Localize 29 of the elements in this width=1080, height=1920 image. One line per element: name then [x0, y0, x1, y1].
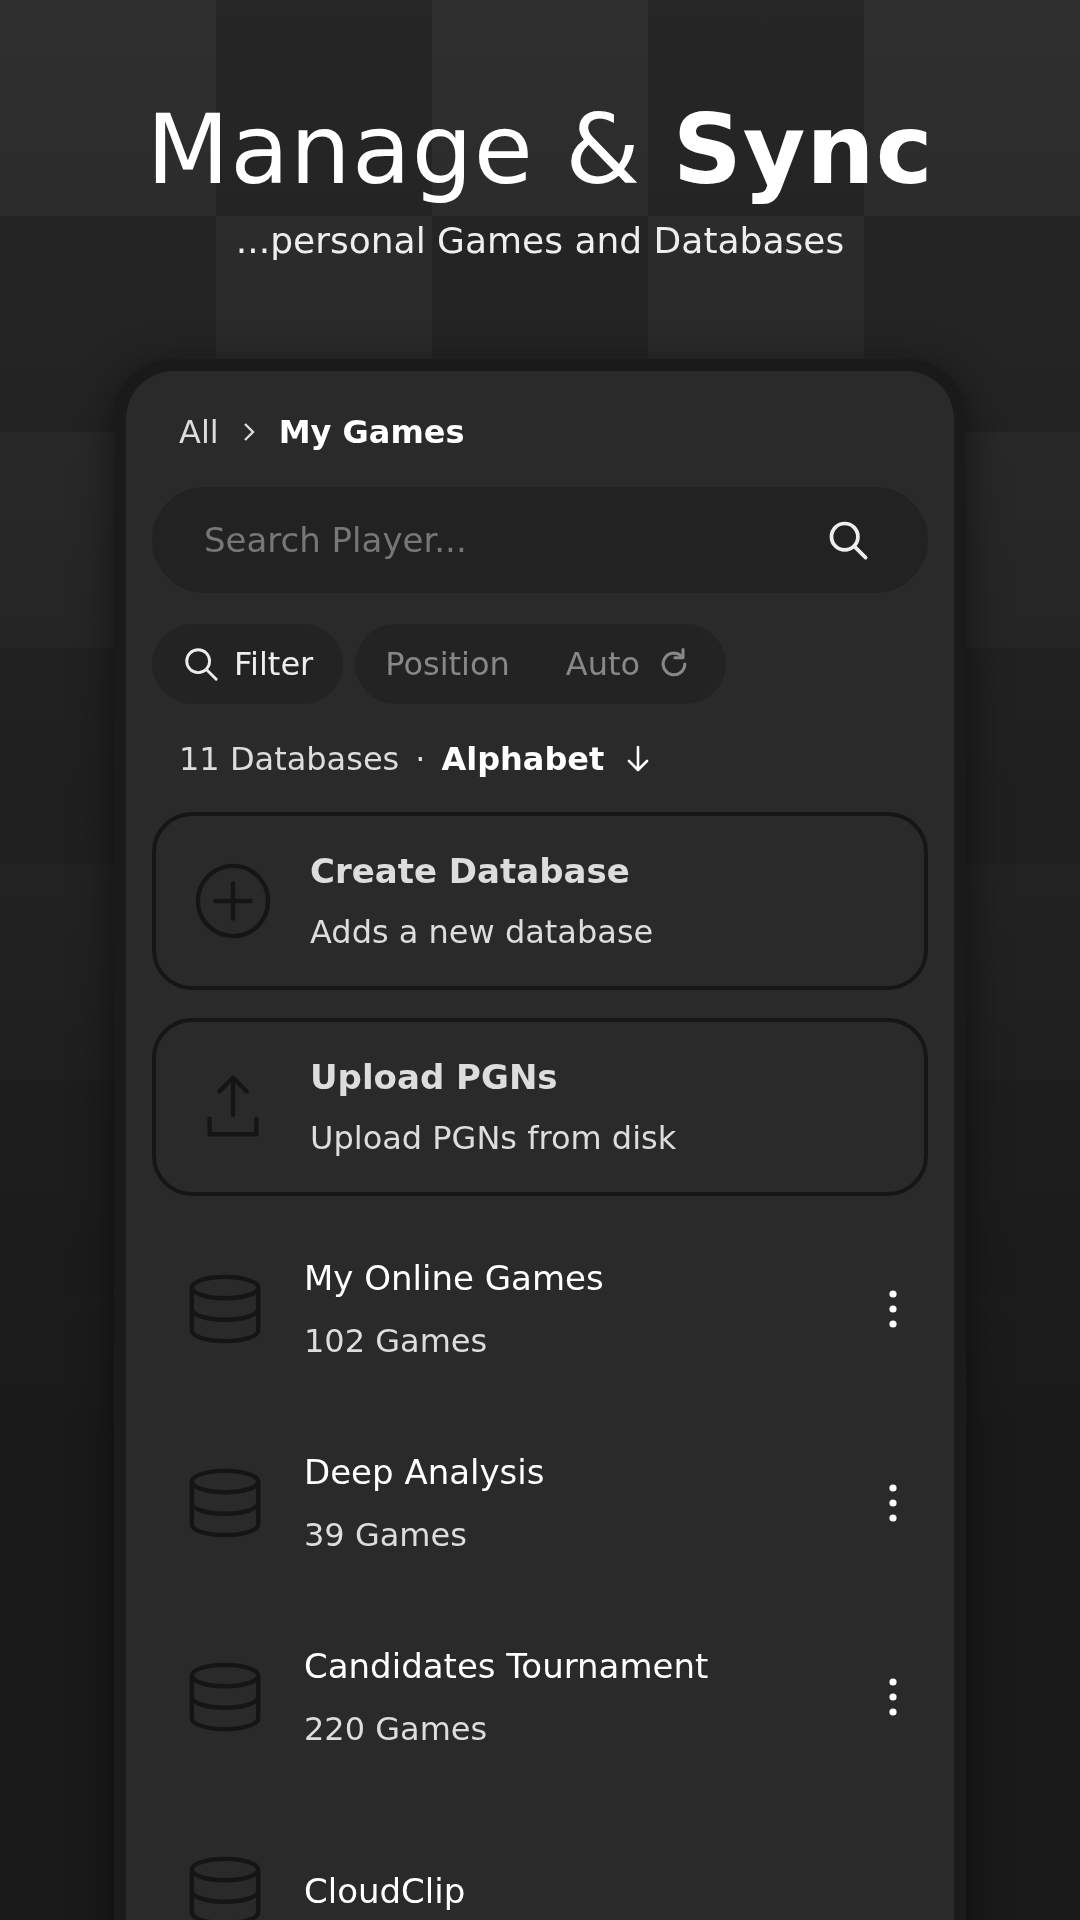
game-count: 102 Games: [304, 1321, 489, 1360]
sort-button[interactable]: Alphabet: [441, 739, 651, 778]
separator: ·: [415, 739, 426, 778]
database-name[interactable]: My Online Games: [304, 1257, 848, 1298]
breadcrumb-item[interactable]: My Games: [278, 412, 465, 451]
more-options-icon[interactable]: [888, 1288, 898, 1329]
headline: Manage & Sync: [146, 98, 934, 204]
auto-refresh-toggle[interactable]: Auto: [565, 644, 693, 683]
filter-chip[interactable]: Filter: [152, 623, 344, 704]
action-subtitle: Upload PGNs from disk: [310, 1118, 677, 1157]
game-count: 39 Games: [304, 1515, 468, 1554]
chevron-right-icon: [242, 421, 255, 442]
more-options-icon[interactable]: [888, 1482, 898, 1523]
search-field[interactable]: Search Player...: [152, 486, 928, 593]
action-subtitle: Adds a new database: [310, 912, 654, 951]
breadcrumb-item[interactable]: All: [179, 412, 219, 451]
subtitle: ...personal Games and Databases: [235, 219, 845, 261]
more-options-icon[interactable]: [888, 1676, 898, 1717]
position-option[interactable]: Position: [385, 644, 510, 683]
database-count: 11 Databases: [179, 739, 400, 778]
game-count: 220 Games: [304, 1709, 489, 1748]
action-title: Create Database: [310, 850, 631, 891]
action-title: Upload PGNs: [310, 1056, 559, 1097]
database-name[interactable]: Candidates Tournament: [304, 1645, 848, 1686]
action-card[interactable]: Upload PGNs Upload PGNs from disk: [152, 1017, 928, 1196]
database-name[interactable]: Deep Analysis: [304, 1451, 848, 1492]
action-card[interactable]: Create Database Adds a new database: [152, 811, 928, 990]
arrow-down-icon: [626, 743, 651, 774]
database-name[interactable]: CloudClip: [304, 1870, 898, 1911]
